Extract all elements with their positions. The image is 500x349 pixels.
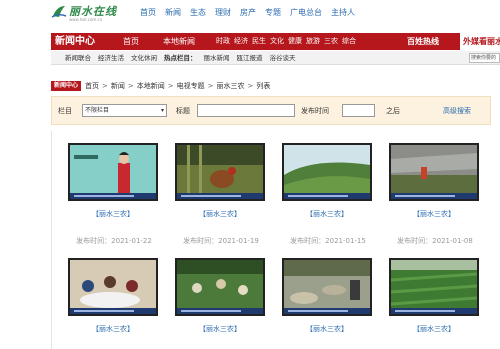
- column-select-value: 不限栏目: [85, 107, 110, 114]
- title-label: 标题: [176, 107, 190, 115]
- breadcrumb-item[interactable]: 本地新闻: [137, 81, 165, 91]
- breadcrumb-separator: >: [102, 82, 108, 90]
- top-nav-ecology[interactable]: 生态: [190, 7, 206, 19]
- hot-columns-label: 热点栏目：: [164, 54, 197, 62]
- sub-nav-item[interactable]: 文化休闲: [131, 51, 157, 65]
- site-logo[interactable]: 丽水在线 www.lsol.com.cn: [51, 3, 121, 23]
- external-media-label: 外媒看丽水: [463, 37, 500, 46]
- video-caption[interactable]: 【丽水三农】: [389, 324, 479, 334]
- category-politics[interactable]: 时政: [216, 35, 230, 48]
- section-header: 新闻中心 首页 本地新闻 时政 经济 民生 文化 健康 旅游 三农 综合 百姓热…: [51, 33, 500, 50]
- header-home-link[interactable]: 首页: [123, 35, 139, 48]
- sub-nav-item[interactable]: 丽水新闻: [204, 51, 230, 65]
- column-select[interactable]: 不限栏目 ▾: [82, 104, 167, 117]
- category-economy[interactable]: 经济: [234, 35, 248, 48]
- breadcrumb-separator: >: [167, 82, 174, 90]
- video-grid: 【丽水三农】 发布时间：2021-01-22 【丽水三农】 发布时间：2021-…: [51, 131, 491, 349]
- external-media-tab[interactable]: 外媒看丽水: [460, 33, 500, 50]
- breadcrumb-separator: >: [247, 82, 254, 90]
- breadcrumb-separator: >: [207, 82, 214, 90]
- thumbnail-caption-bar: [391, 308, 477, 314]
- header-local-news-link[interactable]: 本地新闻: [163, 35, 195, 48]
- publish-time-label: 发布时间: [301, 107, 329, 115]
- category-livelihood[interactable]: 民生: [252, 35, 266, 48]
- chevron-down-icon: ▾: [160, 107, 164, 114]
- sub-nav-bar: 新闻联合 经济生活 文化休闲 热点栏目： 丽水新闻 瓯江报道 浴谷谈天 搜索你要…: [51, 51, 500, 65]
- category-agriculture[interactable]: 三农: [324, 35, 338, 48]
- top-nav-hosts[interactable]: 主持人: [331, 7, 355, 19]
- thumbnail-caption-bar: [284, 193, 370, 199]
- breadcrumb: 新闻中心 首页 > 新闻 > 本地新闻 > 电视专题 > 丽水三农 > 列表: [51, 81, 270, 91]
- top-nav-news[interactable]: 新闻: [165, 7, 181, 19]
- video-date: 发布时间：2021-01-22: [76, 237, 152, 245]
- video-thumbnail[interactable]: [68, 258, 158, 316]
- thumbnail-caption-bar: [284, 308, 370, 314]
- top-nav: 首页 新闻 生态 理财 房产 专题 广电总台 主持人: [140, 7, 364, 19]
- video-thumbnail[interactable]: [389, 258, 479, 316]
- category-culture[interactable]: 文化: [270, 35, 284, 48]
- after-label: 之后: [386, 107, 400, 115]
- video-date: 发布时间：2021-01-08: [397, 237, 473, 245]
- sub-nav-item[interactable]: 新闻联合: [65, 51, 91, 65]
- video-caption[interactable]: 【丽水三农】: [175, 209, 265, 219]
- category-general[interactable]: 综合: [342, 35, 356, 48]
- sub-nav-item[interactable]: 浴谷谈天: [270, 51, 296, 65]
- thumbnail-caption-bar: [391, 193, 477, 199]
- title-input[interactable]: [197, 104, 295, 117]
- breadcrumb-separator: >: [127, 82, 134, 90]
- video-thumbnail[interactable]: [282, 143, 372, 201]
- publish-time-input[interactable]: [342, 104, 375, 117]
- top-nav-topics[interactable]: 专题: [265, 7, 281, 19]
- category-travel[interactable]: 旅游: [306, 35, 320, 48]
- filter-bar: 栏目 不限栏目 ▾ 标题 发布时间 之后 高级搜索: [51, 96, 491, 125]
- video-date: 发布时间：2021-01-15: [290, 237, 366, 245]
- site-search-input[interactable]: 搜索你要的: [469, 53, 500, 63]
- thumbnail-caption-bar: [177, 308, 263, 314]
- section-brand[interactable]: 新闻中心: [55, 34, 95, 49]
- column-label: 栏目: [58, 107, 72, 115]
- video-thumbnail[interactable]: [175, 143, 265, 201]
- sub-nav-item[interactable]: 经济生活: [98, 51, 124, 65]
- video-thumbnail[interactable]: [68, 143, 158, 201]
- logo-url: www.lsol.com.cn: [69, 17, 103, 22]
- breadcrumb-tag: 新闻中心: [51, 81, 82, 91]
- video-caption[interactable]: 【丽水三农】: [68, 209, 158, 219]
- video-caption[interactable]: 【丽水三农】: [68, 324, 158, 334]
- top-nav-property[interactable]: 房产: [240, 7, 256, 19]
- video-caption[interactable]: 【丽水三农】: [282, 209, 372, 219]
- thumbnail-caption-bar: [177, 193, 263, 199]
- sub-nav-items: 新闻联合 经济生活 文化休闲 热点栏目： 丽水新闻 瓯江报道 浴谷谈天: [65, 51, 303, 65]
- top-nav-home[interactable]: 首页: [140, 7, 156, 19]
- breadcrumb-item[interactable]: 电视专题: [177, 81, 205, 91]
- top-nav-finance[interactable]: 理财: [215, 7, 231, 19]
- header-categories: 时政 经济 民生 文化 健康 旅游 三农 综合: [216, 35, 360, 48]
- video-caption[interactable]: 【丽水三农】: [389, 209, 479, 219]
- advanced-search-button[interactable]: 高级搜索: [443, 106, 471, 116]
- top-nav-broadcast[interactable]: 广电总台: [290, 7, 322, 19]
- breadcrumb-item[interactable]: 首页: [85, 81, 99, 91]
- breadcrumb-item[interactable]: 新闻: [111, 81, 125, 91]
- video-caption[interactable]: 【丽水三农】: [282, 324, 372, 334]
- category-health[interactable]: 健康: [288, 35, 302, 48]
- video-caption[interactable]: 【丽水三农】: [175, 324, 265, 334]
- video-date: 发布时间：2021-01-19: [183, 237, 259, 245]
- sub-nav-item[interactable]: 瓯江报道: [237, 51, 263, 65]
- thumbnail-caption-bar: [70, 308, 156, 314]
- thumbnail-caption-bar: [70, 193, 156, 199]
- top-bar: 丽水在线 www.lsol.com.cn 首页 新闻 生态 理财 房产 专题 广…: [0, 0, 500, 26]
- hotline-link[interactable]: 百姓热线: [407, 35, 439, 48]
- video-thumbnail[interactable]: [175, 258, 265, 316]
- breadcrumb-item[interactable]: 丽水三农: [217, 81, 245, 91]
- breadcrumb-current: 列表: [256, 82, 271, 90]
- logo-icon: [51, 6, 67, 18]
- video-thumbnail[interactable]: [282, 258, 372, 316]
- video-thumbnail[interactable]: [389, 143, 479, 201]
